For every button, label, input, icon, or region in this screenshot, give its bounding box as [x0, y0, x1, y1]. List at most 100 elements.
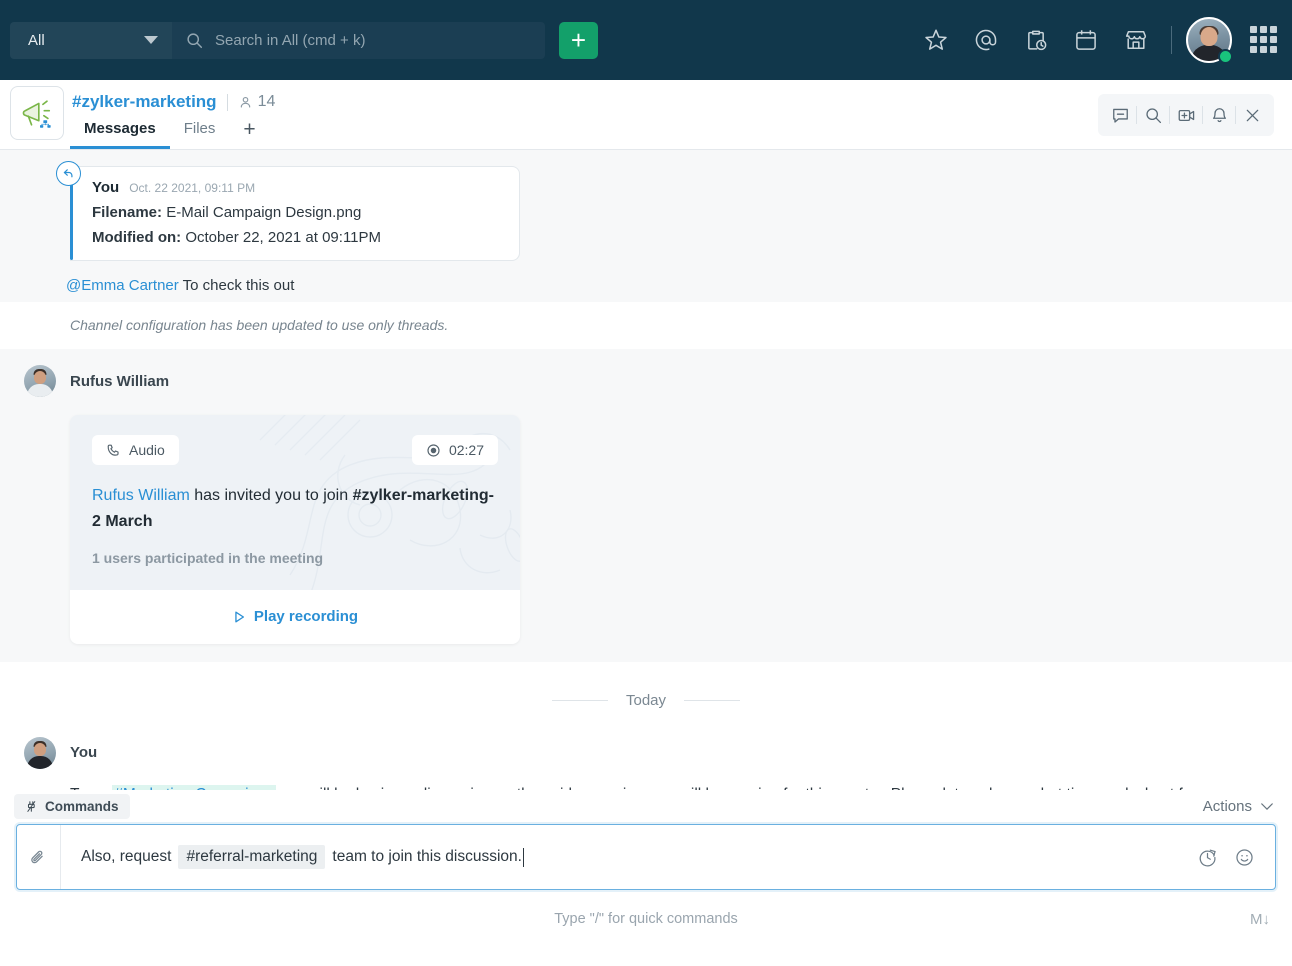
schedule-clock-icon[interactable]	[1197, 847, 1218, 868]
quote-filename-line: Filename: E-Mail Campaign Design.png	[92, 204, 503, 221]
title-divider	[227, 94, 228, 111]
search-icon[interactable]	[1137, 99, 1169, 131]
mention-icon[interactable]	[961, 15, 1011, 65]
play-recording-button[interactable]: Play recording	[70, 590, 520, 644]
composer-input-box[interactable]: Also, request #referral-marketing team to …	[16, 824, 1276, 890]
audio-invite-author[interactable]: Rufus William	[92, 487, 190, 504]
marketplace-icon[interactable]	[1111, 15, 1161, 65]
search-placeholder: Search in All (cmd + k)	[215, 32, 365, 49]
clipboard-clock-icon[interactable]	[1011, 15, 1061, 65]
close-icon[interactable]	[1236, 99, 1268, 131]
markdown-indicator[interactable]: M↓	[1250, 911, 1270, 928]
system-message-row: Channel configuration has been updated t…	[0, 302, 1292, 349]
commands-label: Commands	[45, 799, 119, 814]
divider-line-right	[684, 700, 740, 701]
message-composer: Commands Actions Also, request #referral-…	[0, 790, 1292, 966]
paperclip-icon	[29, 848, 48, 867]
video-add-icon[interactable]	[1170, 99, 1202, 131]
chevron-down-icon	[144, 36, 158, 44]
draft-text-suffix: team to join this discussion.	[332, 848, 522, 866]
composer-footer: Type "/" for quick commands M↓	[0, 904, 1292, 934]
quoted-message-card[interactable]: You Oct. 22 2021, 09:11 PM Filename: E-M…	[70, 166, 520, 261]
chevron-down-icon	[1260, 802, 1274, 811]
quote-filename-label: Filename:	[92, 204, 162, 221]
tab-files[interactable]: Files	[170, 120, 230, 149]
emoji-smiley-icon[interactable]	[1234, 847, 1255, 868]
channel-avatar-megaphone-icon	[10, 86, 64, 140]
message-group-rufus: Rufus William	[0, 349, 1292, 662]
audio-card-top-row: Audio 02:27	[92, 435, 498, 465]
user-avatar[interactable]	[1186, 17, 1232, 63]
message-author-name[interactable]: Rufus William	[70, 373, 169, 390]
page-title[interactable]: #zylker-marketing	[72, 92, 217, 112]
chat-minus-icon[interactable]	[1104, 99, 1136, 131]
add-tab-button[interactable]: +	[229, 122, 269, 149]
new-item-button[interactable]: +	[559, 22, 598, 59]
command-plug-icon	[25, 800, 38, 813]
tab-messages[interactable]: Messages	[70, 120, 170, 149]
apps-grid-icon[interactable]	[1250, 26, 1278, 54]
search-input[interactable]: Search in All (cmd + k)	[172, 22, 545, 59]
attach-file-button[interactable]	[17, 825, 61, 889]
channel-actions-toolbar	[1098, 94, 1274, 136]
text-cursor	[523, 848, 525, 867]
channel-title-row: #zylker-marketing 14	[72, 92, 275, 112]
channel-header: #zylker-marketing 14 Messages Files +	[0, 80, 1292, 150]
play-icon	[232, 610, 246, 624]
message-author-row: You	[0, 737, 1292, 769]
top-navigation-bar: All Search in All (cmd + k) +	[0, 0, 1292, 80]
search-scope-select[interactable]: All	[10, 22, 172, 59]
actions-menu-button[interactable]: Actions	[1203, 798, 1274, 815]
status-badge	[1218, 49, 1233, 64]
audio-type-label: Audio	[129, 442, 165, 458]
date-divider: Today	[0, 662, 1292, 731]
star-icon[interactable]	[911, 15, 961, 65]
phone-icon	[106, 443, 121, 458]
avatar[interactable]	[24, 365, 56, 397]
draft-text-prefix: Also, request	[81, 848, 171, 866]
quote-timestamp: Oct. 22 2021, 09:11 PM	[129, 181, 255, 195]
quote-modified-line: Modified on: October 22, 2021 at 09:11PM	[92, 229, 503, 246]
date-divider-label: Today	[626, 692, 666, 709]
system-message-text: Channel configuration has been updated t…	[0, 302, 1292, 349]
today-section: Today You Team #Marketing Campaigns, we …	[0, 662, 1292, 790]
commands-chip[interactable]: Commands	[14, 794, 130, 819]
divider-line-left	[552, 700, 608, 701]
quote-modified-label: Modified on:	[92, 229, 181, 246]
message-author-row: Rufus William	[0, 365, 1292, 397]
quote-author: You	[92, 179, 119, 196]
composer-toolbar: Commands Actions	[0, 790, 1292, 822]
quote-modified-value: October 22, 2021 at 09:11PM	[185, 229, 381, 246]
mention-message-text: To check this out	[183, 277, 295, 294]
calendar-icon[interactable]	[1061, 15, 1111, 65]
composer-action-icons	[1197, 825, 1275, 889]
quote-header: You Oct. 22 2021, 09:11 PM	[92, 179, 503, 196]
topbar-left-group: All Search in All (cmd + k) +	[0, 22, 598, 59]
composer-text-input[interactable]: Also, request #referral-marketing team to …	[61, 825, 1197, 889]
draft-channel-tag[interactable]: #referral-marketing	[178, 845, 325, 869]
audio-card-body: Audio 02:27 Rufus William has invited yo…	[70, 415, 520, 590]
play-recording-label: Play recording	[254, 608, 358, 625]
composer-hint: Type "/" for quick commands	[554, 911, 738, 927]
message-list[interactable]: You Oct. 22 2021, 09:11 PM Filename: E-M…	[0, 150, 1292, 790]
person-icon	[238, 95, 253, 110]
audio-duration-value: 02:27	[449, 442, 484, 458]
message-author-name[interactable]: You	[70, 744, 97, 761]
reply-arrow-icon	[56, 161, 81, 186]
member-count-value: 14	[258, 93, 276, 111]
audio-meeting-card[interactable]: Audio 02:27 Rufus William has invited yo…	[70, 415, 520, 644]
record-dot-icon	[426, 443, 441, 458]
bell-icon[interactable]	[1203, 99, 1235, 131]
topbar-divider	[1171, 26, 1172, 54]
audio-invite-text: Rufus William has invited you to join #z…	[92, 483, 498, 536]
message-group-you: You Team #Marketing Campaigns, we will b…	[0, 731, 1292, 790]
audio-type-badge: Audio	[92, 435, 179, 465]
message-group-quoted-reply: You Oct. 22 2021, 09:11 PM Filename: E-M…	[0, 150, 1292, 302]
avatar[interactable]	[24, 737, 56, 769]
channel-tabs: Messages Files +	[70, 120, 270, 149]
topbar-right-group	[911, 0, 1278, 80]
audio-invite-middle: has invited you to join	[190, 487, 353, 504]
actions-label: Actions	[1203, 798, 1252, 815]
mention-link[interactable]: @Emma Cartner	[66, 277, 179, 294]
member-count[interactable]: 14	[238, 93, 276, 111]
